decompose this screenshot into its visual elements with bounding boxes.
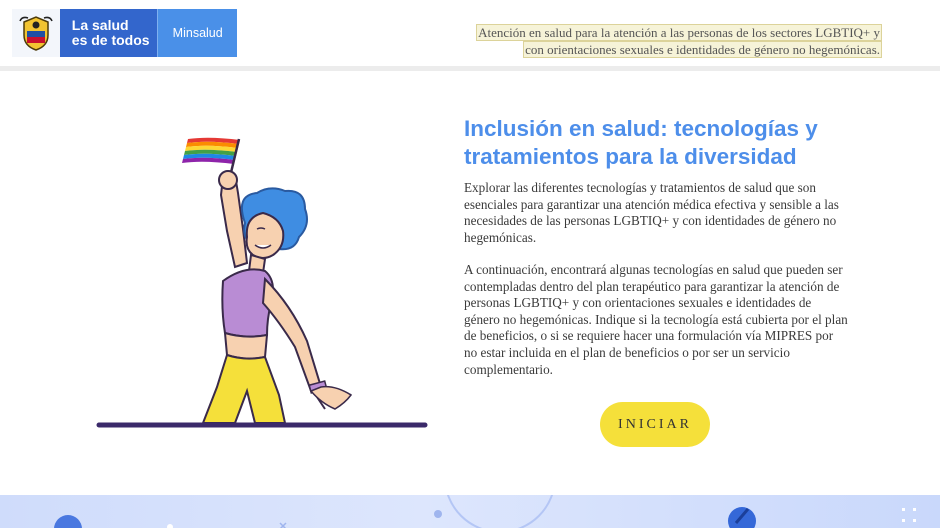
- person-with-pride-flag-illustration: [96, 137, 428, 428]
- intro-paragraph: Explorar las diferentes tecnologías y tr…: [464, 180, 839, 245]
- page-tagline: Atención en salud para la atención a las…: [432, 24, 882, 58]
- start-button[interactable]: INICIAR: [600, 402, 710, 447]
- government-logo[interactable]: La salud es de todos Minsalud: [12, 9, 237, 57]
- footer-pattern: [54, 495, 756, 528]
- page-title: Inclusión en salud: tecnologías y tratam…: [464, 116, 818, 169]
- main-content: Inclusión en salud: tecnologías y tratam…: [0, 71, 940, 495]
- brand-line-2: es de todos: [71, 32, 150, 48]
- instructions-paragraph: A continuación, encontrará algunas tecno…: [464, 262, 848, 377]
- tagline-line-1: Atención en salud para la atención a las…: [476, 24, 882, 41]
- tagline-line-2: con orientaciones sexuales e identidades…: [523, 41, 882, 58]
- fullscreen-icon[interactable]: [902, 508, 916, 522]
- brand-line-1: La salud: [71, 17, 129, 33]
- ministry-label: Minsalud: [157, 9, 237, 57]
- colombia-seal-icon: [12, 9, 60, 57]
- footer-decoration: [0, 495, 940, 528]
- header: La salud es de todos Minsalud Atención e…: [0, 0, 940, 66]
- brand-label: La salud es de todos: [59, 9, 158, 57]
